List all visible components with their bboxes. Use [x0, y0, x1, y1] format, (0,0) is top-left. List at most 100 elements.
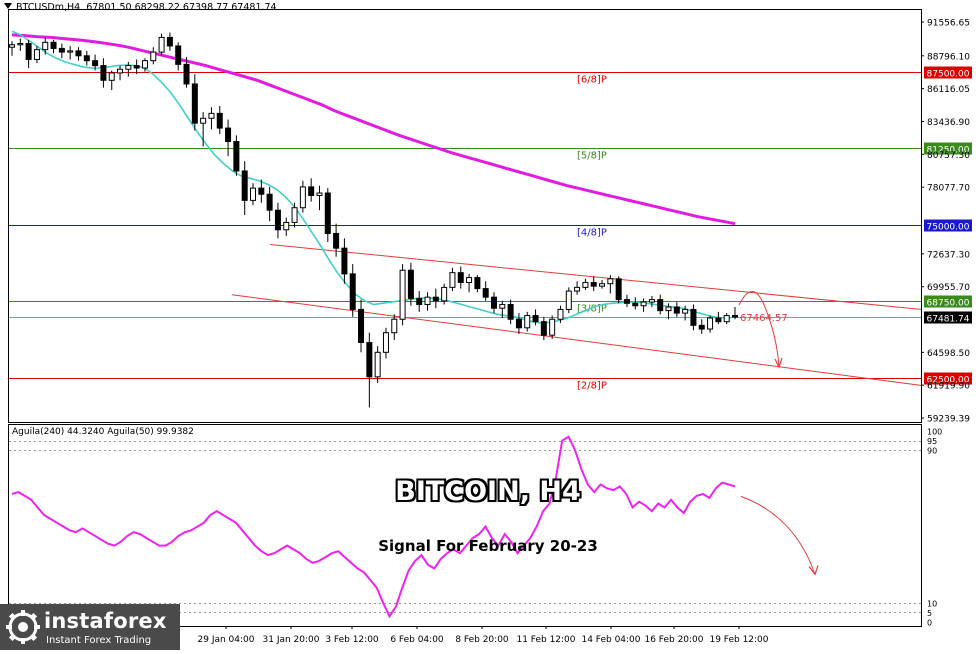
candle-body: [732, 315, 738, 318]
murrey-label: [4/8]P: [577, 228, 607, 239]
y-tick-label: 83436.90: [927, 118, 970, 128]
candle-body: [150, 51, 157, 62]
logo-tagline: Instant Forex Trading: [46, 635, 152, 646]
candle-body: [682, 308, 689, 314]
candle-body: [42, 41, 49, 51]
candle-body: [673, 306, 680, 314]
chart-header: BTCUSDm,H4 67801.50 68298.22 67398.77 67…: [4, 2, 277, 13]
candle-body: [623, 299, 630, 304]
x-tick-label: 29 Jan 04:00: [198, 635, 255, 645]
candle-body: [690, 308, 697, 326]
candle-body: [9, 44, 15, 48]
x-tick-label: 3 Feb 12:00: [325, 635, 379, 645]
y-tick-label: 78077.70: [927, 184, 970, 194]
candle-body: [565, 290, 572, 310]
candle-body: [258, 187, 265, 195]
candle-body: [349, 273, 356, 310]
candle-body: [366, 342, 373, 378]
candle-body: [233, 141, 240, 172]
candle-body: [698, 324, 705, 330]
candle-body: [599, 283, 606, 287]
y-tick-label: 61919.90: [927, 382, 970, 392]
candle-body: [474, 277, 481, 290]
candle-body: [191, 83, 198, 124]
candle-body: [632, 302, 639, 307]
candle-body: [266, 193, 273, 211]
candle-body: [399, 269, 406, 320]
dropdown-triangle-icon[interactable]: [4, 3, 12, 9]
candle-body: [333, 232, 340, 249]
candle-body: [358, 308, 365, 344]
x-tick-label: 11 Feb 12:00: [516, 635, 575, 645]
y-tick-label: 72637.30: [927, 250, 970, 260]
candle-body: [515, 318, 522, 329]
candle-body: [166, 36, 173, 47]
candle-body: [25, 43, 32, 60]
candle-body: [241, 170, 248, 201]
candle-body: [316, 192, 323, 196]
y-tick-label: 91556.65: [927, 19, 970, 29]
candle-body: [582, 281, 589, 288]
candle-body: [524, 315, 531, 329]
y-tick-label: 86116.05: [927, 85, 970, 95]
candle-body: [58, 47, 65, 53]
candle-body: [324, 192, 331, 234]
candle-body: [308, 186, 315, 196]
logo-brand: instaforex: [44, 609, 167, 633]
oscillator-tick-label: 10: [927, 599, 937, 608]
target-price-label: 67464.57: [740, 313, 788, 324]
candle-body: [175, 45, 182, 65]
candle-body: [299, 186, 306, 209]
candle-body: [640, 301, 647, 307]
candle-body: [50, 41, 57, 49]
candle-body: [75, 50, 82, 57]
candle-body: [549, 318, 556, 336]
candle-body: [216, 112, 223, 129]
symbol-label: BTCUSDm,H4: [16, 2, 81, 13]
murrey-price-tag-text: 68750.00: [927, 299, 970, 309]
candle-body: [100, 65, 107, 81]
y-tick-label: 80757.30: [927, 151, 970, 161]
candle-body: [665, 306, 672, 312]
candle-body: [133, 65, 140, 69]
candle-body: [532, 315, 539, 323]
ohlc-readout: 67801.50 68298.22 67398.77 67481.74: [86, 2, 277, 13]
candle-body: [117, 68, 124, 74]
oscillator-tick-label: 0: [927, 619, 932, 628]
x-tick-label: 14 Feb 04:00: [581, 635, 640, 645]
y-tick-label: 59239.39: [927, 415, 970, 425]
candle-body: [441, 286, 448, 302]
candle-body: [416, 297, 423, 306]
candle-body: [615, 278, 622, 301]
candle-body: [341, 247, 348, 275]
candle-body: [607, 278, 614, 285]
chart-window[interactable]: [6/8]P 87500.00 [5/8]P 81250.00 [4/8]P 75000.…: [0, 0, 976, 650]
candle-body: [557, 308, 564, 320]
candle-body: [648, 299, 655, 303]
candle-body: [83, 55, 90, 62]
x-tick-label: 16 Feb 20:00: [644, 635, 703, 645]
x-tick-label: 31 Jan 20:00: [263, 635, 320, 645]
candle-body: [449, 272, 456, 288]
candle-body: [274, 209, 281, 231]
oscillator-tick-label: 100: [927, 428, 942, 437]
candle-body: [457, 272, 464, 283]
candle-body: [466, 277, 473, 283]
y-tick-label: 88796.10: [927, 52, 970, 62]
candle-body: [283, 221, 290, 231]
candle-body: [158, 36, 165, 53]
oscillator-tick-label: 90: [927, 447, 937, 456]
candle-body: [141, 60, 148, 69]
candle-body: [491, 296, 497, 309]
overlay-subtitle: Signal For February 20-23: [378, 537, 598, 555]
candle-body: [67, 50, 74, 53]
murrey-price-tag-text: 75000.00: [927, 223, 970, 233]
candle-body: [540, 321, 547, 336]
candle-body: [291, 207, 298, 223]
candle-body: [499, 304, 506, 309]
x-tick-label: 8 Feb 20:00: [455, 635, 509, 645]
candle-body: [33, 49, 40, 60]
candle-body: [432, 296, 439, 302]
murrey-price-tag-text: 87500.00: [927, 70, 970, 80]
candle-body: [200, 117, 207, 124]
